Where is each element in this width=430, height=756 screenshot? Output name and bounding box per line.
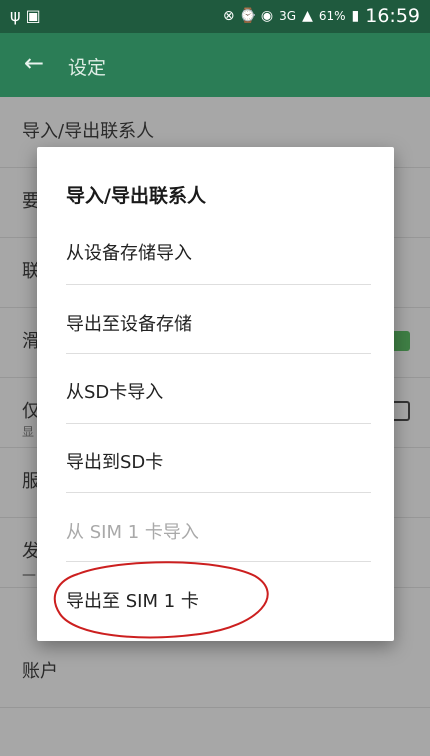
menu-item-import-sim: 从 SIM 1 卡导入 bbox=[66, 522, 199, 543]
settings-row-label: 账户 bbox=[22, 661, 58, 682]
page-title: 设定 bbox=[68, 57, 107, 79]
divider bbox=[66, 353, 371, 354]
settings-row-account[interactable]: 账户 bbox=[0, 637, 430, 708]
signal-label: 3G bbox=[279, 9, 297, 23]
menu-item-export-device[interactable]: 导出至设备存储 bbox=[66, 310, 192, 336]
battery-icon: ▮ bbox=[351, 8, 360, 24]
status-left-icons: ψ ▣ bbox=[10, 6, 41, 25]
notification-icons: ⊗ ⌚ ◉ bbox=[222, 8, 274, 24]
app-bar: ← 设定 bbox=[0, 33, 430, 97]
menu-item-import-sd[interactable]: 从SD卡导入 bbox=[66, 378, 163, 404]
divider bbox=[66, 492, 371, 493]
status-bar: ψ ▣ ⊗ ⌚ ◉ 3G ▲ 61% ▮ 16:59 bbox=[0, 0, 430, 33]
status-right: ⊗ ⌚ ◉ 3G ▲ 61% ▮ 16:59 bbox=[223, 5, 420, 27]
divider bbox=[66, 423, 371, 424]
battery-label: 61% bbox=[318, 9, 346, 23]
menu-item-export-sd[interactable]: 导出到SD卡 bbox=[66, 448, 163, 474]
divider bbox=[66, 284, 371, 285]
settings-row-label: 导入/导出联系人 bbox=[22, 121, 155, 142]
back-arrow-icon[interactable]: ← bbox=[24, 49, 44, 77]
settings-row-sub: — bbox=[22, 567, 36, 583]
signal-icon: ▲ bbox=[302, 8, 313, 24]
dialog-title: 导入/导出联系人 bbox=[66, 185, 206, 207]
menu-item-import-device[interactable]: 从设备存储导入 bbox=[66, 239, 192, 265]
settings-row-sub: 显 bbox=[22, 425, 35, 439]
red-circle-annotation bbox=[53, 561, 269, 639]
clock: 16:59 bbox=[365, 5, 420, 27]
